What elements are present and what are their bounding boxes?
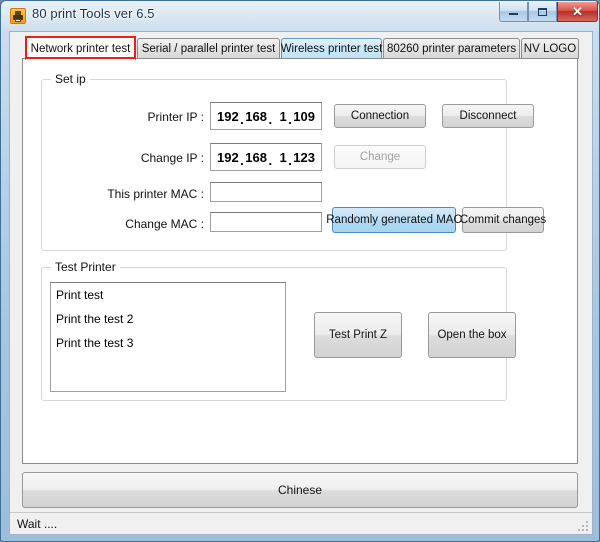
disconnect-button[interactable]: Disconnect [442,104,534,128]
change-button-label: Change [359,151,401,163]
list-item[interactable]: Print the test 3 [51,331,285,355]
change-ip-octet-2[interactable]: 168 [245,150,267,165]
commit-changes-button[interactable]: Commit changes [459,207,547,233]
printer-ip-octet-3[interactable]: 1 [274,109,286,124]
window-title: 80 print Tools ver 6.5 [32,6,155,21]
change-mac-input[interactable] [210,212,322,232]
tab-panel-network-printer-test: Set ip Printer IP : 192 . 168 . 1 . 109 … [22,58,578,464]
resize-grip-icon[interactable] [578,521,590,533]
tab-label: Serial / parallel printer test [141,43,276,55]
ip-separator: . [288,152,292,168]
randomly-generated-mac-label: Randomly generated MAC [326,214,462,226]
group-test-printer-title: Test Printer [51,260,120,274]
tab-nv-logo[interactable]: NV LOGO [521,38,579,59]
status-bar: Wait .... [10,512,592,534]
change-ip-octet-1[interactable]: 192 [217,150,239,165]
printer-icon [10,8,26,24]
printer-ip-label: Printer IP : [147,110,204,124]
change-ip-label: Change IP : [140,151,204,165]
application-window: 80 print Tools ver 6.5 ✕ Network printer… [0,0,600,542]
group-set-ip: Set ip Printer IP : 192 . 168 . 1 . 109 … [41,72,546,251]
tab-label: NV LOGO [523,43,577,55]
list-item[interactable]: Print the test 2 [51,307,285,331]
printer-ip-input[interactable]: 192 . 168 . 1 . 109 [210,102,322,130]
disconnect-button-label: Disconnect [459,110,517,122]
change-mac-label: Change MAC : [125,217,204,231]
printer-ip-octet-1[interactable]: 192 [217,109,239,124]
open-the-box-label: Open the box [437,329,507,341]
minimize-icon [500,2,527,21]
test-print-z-label: Test Print Z [328,329,388,341]
group-set-ip-title: Set ip [51,72,90,86]
this-printer-mac-label: This printer MAC : [107,187,204,201]
tab-wireless-printer-test[interactable]: Wireless printer test [281,38,382,59]
connection-button-label: Connection [350,110,410,122]
change-ip-octet-3[interactable]: 1 [274,150,286,165]
close-button[interactable]: ✕ [557,2,598,22]
change-button[interactable]: Change [334,145,426,169]
maximize-icon [529,2,556,21]
ip-separator: . [268,152,273,168]
test-print-z-button[interactable]: Test Print Z [314,312,402,358]
client-area: Network printer test Serial / parallel p… [9,31,593,535]
tab-label: Network printer test [30,42,131,55]
randomly-generated-mac-button[interactable]: Randomly generated MAC [326,207,462,233]
minimize-button[interactable] [499,2,528,22]
tab-label: 80260 printer parameters [386,43,517,55]
change-ip-input[interactable]: 192 . 168 . 1 . 123 [210,143,322,171]
printer-ip-octet-4[interactable]: 109 [293,109,315,124]
list-item[interactable]: Print test [51,283,285,307]
status-text: Wait .... [17,516,58,531]
language-toggle-label: Chinese [277,483,323,497]
language-toggle-button[interactable]: Chinese [22,472,578,508]
title-bar[interactable]: 80 print Tools ver 6.5 ✕ [1,1,599,31]
printer-ip-octet-2[interactable]: 168 [245,109,267,124]
tab-80260-printer-parameters[interactable]: 80260 printer parameters [383,38,520,59]
ip-separator: . [288,111,292,127]
test-print-listbox[interactable]: Print test Print the test 2 Print the te… [50,282,286,392]
ip-separator: . [240,152,244,168]
change-ip-octet-4[interactable]: 123 [293,150,315,165]
maximize-button[interactable] [528,2,557,22]
tab-network-printer-test[interactable]: Network printer test [25,36,136,60]
ip-separator: . [240,111,244,127]
printer-icon-paper [15,19,21,22]
tab-label: Wireless printer test [280,43,383,55]
close-icon: ✕ [572,3,583,19]
ip-separator: . [268,111,273,127]
commit-changes-label: Commit changes [459,214,547,226]
connection-button[interactable]: Connection [334,104,426,128]
open-the-box-button[interactable]: Open the box [428,312,516,358]
tab-serial-parallel-printer-test[interactable]: Serial / parallel printer test [137,38,280,59]
this-printer-mac-input[interactable] [210,182,322,202]
group-test-printer: Test Printer Print test Print the test 2… [41,260,516,401]
